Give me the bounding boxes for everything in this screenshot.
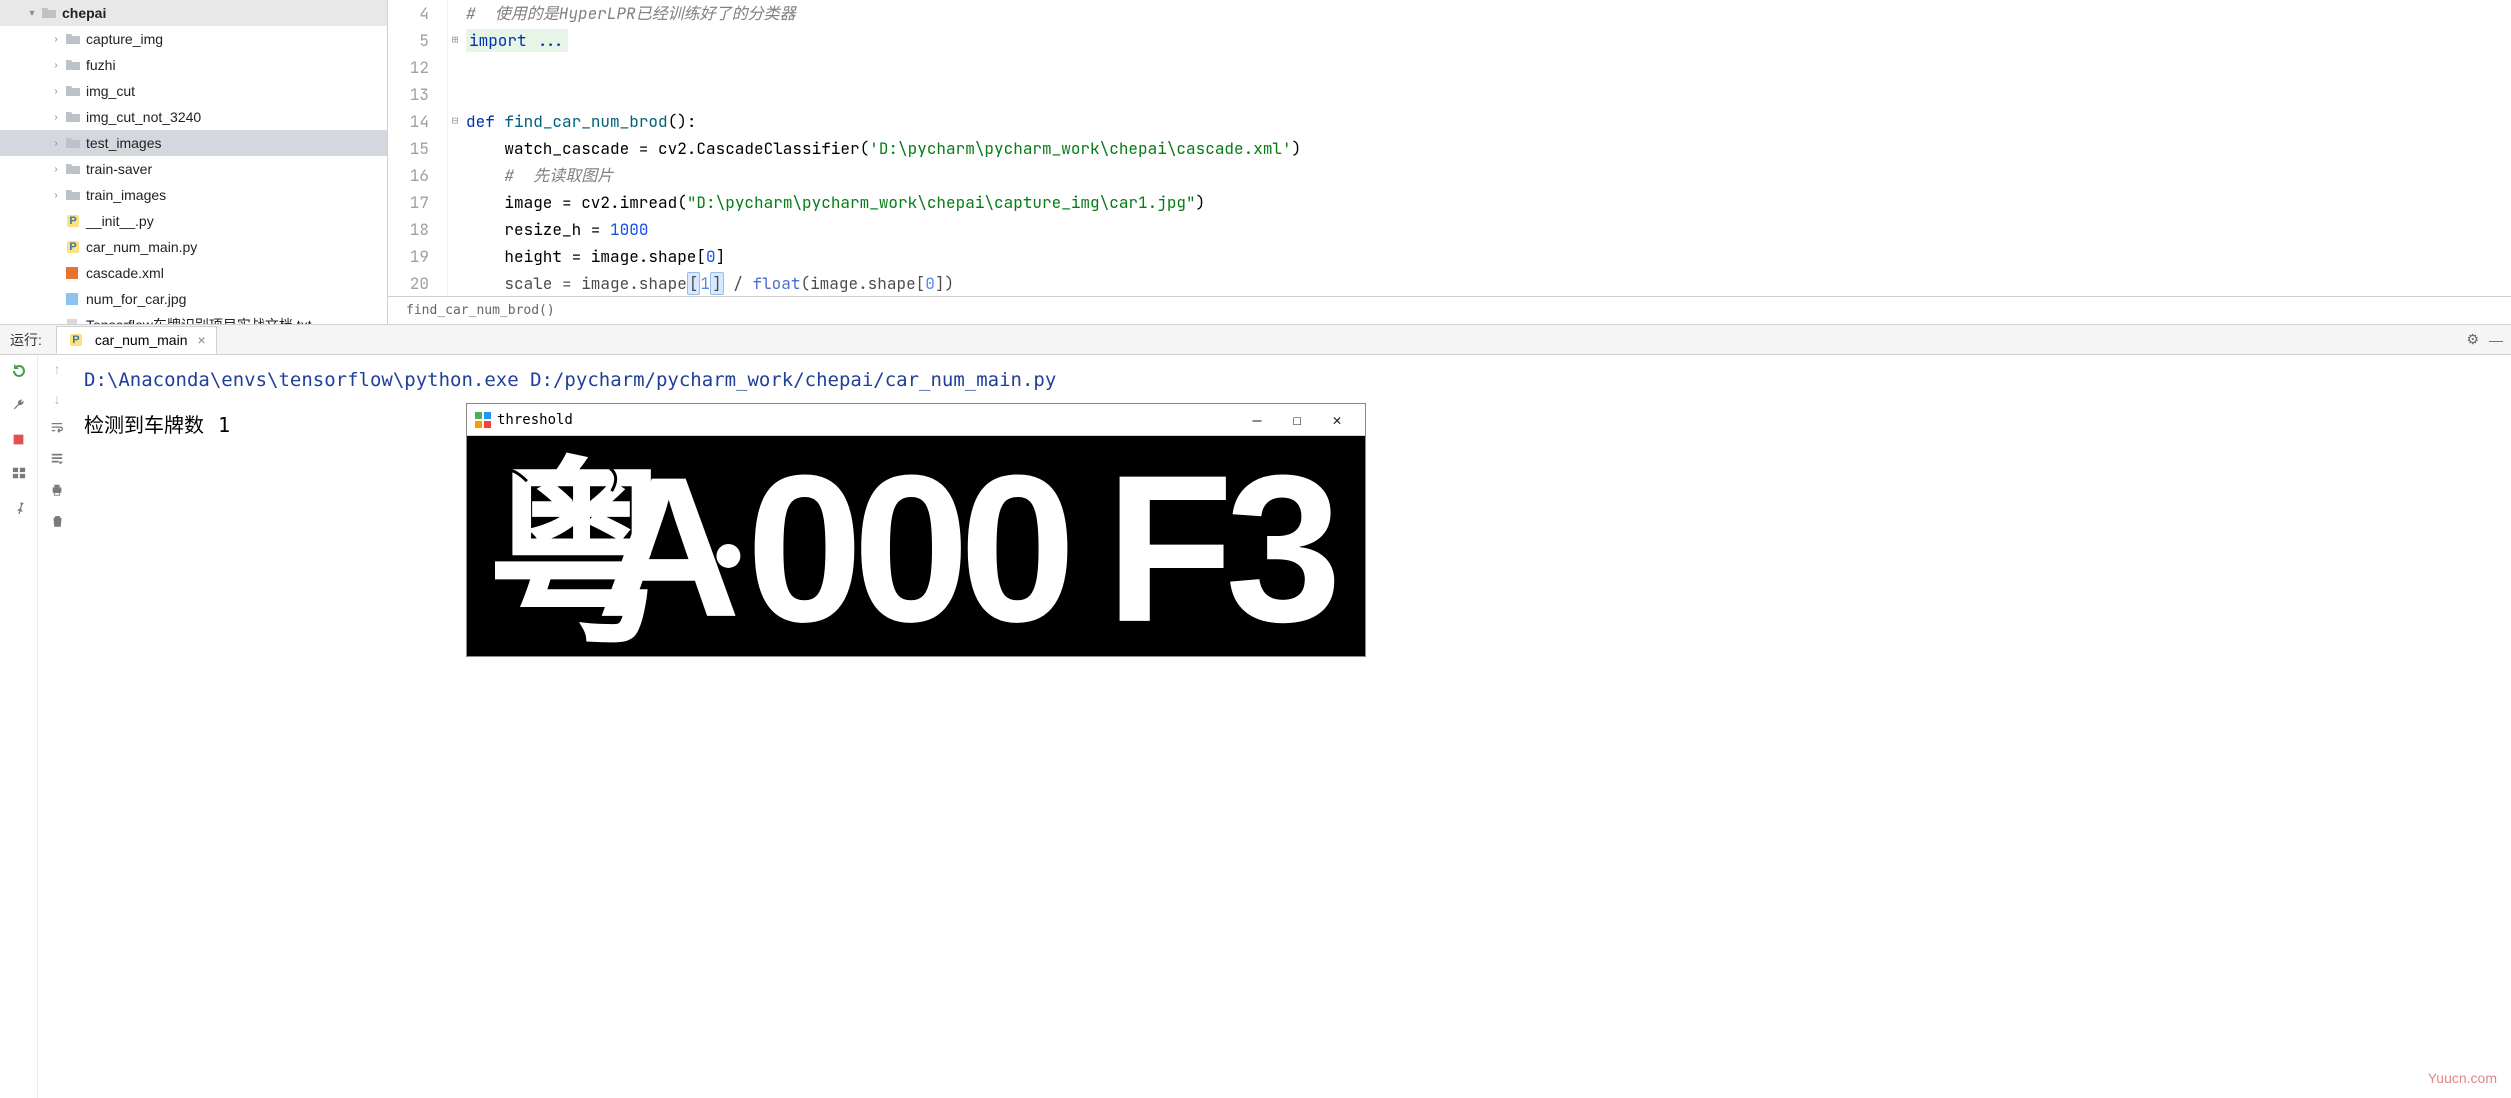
gear-icon[interactable]: ⚙: [2466, 331, 2479, 348]
chevron-right-icon[interactable]: ›: [48, 190, 64, 201]
pin-button[interactable]: [9, 497, 29, 517]
tree-file-num-for-car-jpg[interactable]: num_for_car.jpg: [0, 286, 387, 312]
folder-icon: [64, 161, 82, 177]
scroll-end-button[interactable]: [50, 452, 64, 469]
fold-column[interactable]: ⊞ ⊟: [448, 0, 462, 296]
tree-file-car-num-main[interactable]: P car_num_main.py: [0, 234, 387, 260]
svg-text:3: 3: [1225, 436, 1350, 656]
stop-button[interactable]: [9, 429, 29, 449]
tree-folder-img-cut[interactable]: › img_cut: [0, 78, 387, 104]
chevron-right-icon[interactable]: ›: [48, 86, 64, 97]
run-secondary-toolbar: ↑ ↓: [38, 355, 76, 1098]
down-arrow-button[interactable]: ↓: [54, 391, 61, 407]
tree-folder-test-images[interactable]: › test_images: [0, 130, 387, 156]
run-tool-window: 运行: P car_num_main × ⚙ — ↑ ↓: [0, 325, 2511, 1098]
trash-button[interactable]: [51, 514, 64, 531]
python-file-icon: P: [64, 239, 82, 255]
app-icon: [475, 412, 491, 428]
print-button[interactable]: [50, 483, 64, 500]
fold-expand-icon[interactable]: ⊞: [448, 27, 462, 54]
tree-root-chepai[interactable]: ▾ chepai: [0, 0, 387, 26]
tree-folder-train-saver[interactable]: › train-saver: [0, 156, 387, 182]
tree-folder-fuzhi[interactable]: › fuzhi: [0, 52, 387, 78]
fold-collapse-icon[interactable]: ⊟: [448, 108, 462, 135]
chevron-right-icon[interactable]: ›: [48, 112, 64, 123]
python-file-icon: P: [67, 332, 85, 348]
xml-file-icon: [64, 265, 82, 281]
python-file-icon: P: [64, 213, 82, 229]
chevron-right-icon[interactable]: ›: [48, 164, 64, 175]
text-file-icon: [64, 317, 82, 324]
tree-file-tensorflow-doc[interactable]: Tensorflow车牌识别项目实战文档.txt: [0, 312, 387, 324]
close-icon[interactable]: ×: [198, 332, 206, 348]
run-tab-car-num-main[interactable]: P car_num_main ×: [56, 326, 217, 354]
tree-folder-img-cut-not-3240[interactable]: › img_cut_not_3240: [0, 104, 387, 130]
window-close-button[interactable]: ✕: [1317, 411, 1357, 429]
tree-file-cascade-xml[interactable]: cascade.xml: [0, 260, 387, 286]
folder-icon: [64, 135, 82, 151]
tree-folder-train-images[interactable]: › train_images: [0, 182, 387, 208]
svg-text:F: F: [1106, 436, 1242, 656]
chevron-down-icon[interactable]: ▾: [24, 8, 40, 19]
chevron-right-icon[interactable]: ›: [48, 34, 64, 45]
project-tree[interactable]: ▾ chepai › capture_img › fuzhi ›: [0, 0, 388, 324]
soft-wrap-button[interactable]: [49, 421, 65, 438]
folder-icon: [64, 83, 82, 99]
breadcrumb[interactable]: find_car_num_brod(): [388, 296, 2511, 324]
code-content[interactable]: # 使用的是HyperLPR已经训练好了的分类器 import ... def …: [462, 0, 2511, 296]
folder-icon: [64, 109, 82, 125]
run-primary-toolbar: [0, 355, 38, 1098]
watermark: Yuucn.com: [2428, 1070, 2497, 1086]
rerun-button[interactable]: [9, 361, 29, 381]
console-command-line: D:\Anaconda\envs\tensorflow\python.exe D…: [84, 369, 2503, 391]
opencv-threshold-window[interactable]: threshold — ☐ ✕ 粤 A 000: [466, 403, 1366, 657]
tree-file-init-py[interactable]: P __init__.py: [0, 208, 387, 234]
chevron-right-icon[interactable]: ›: [48, 60, 64, 71]
code-editor[interactable]: 4 5 12 13 14 15 16 17 18 19 20 ⊞: [388, 0, 2511, 324]
threshold-image: 粤 A 000 F 3: [467, 436, 1365, 656]
window-maximize-button[interactable]: ☐: [1277, 411, 1317, 429]
folder-icon: [64, 187, 82, 203]
folder-icon: [40, 5, 58, 21]
image-file-icon: [64, 291, 82, 307]
svg-text:000: 000: [746, 436, 1067, 656]
line-number-gutter: 4 5 12 13 14 15 16 17 18 19 20: [388, 0, 448, 296]
layout-button[interactable]: [9, 463, 29, 483]
minimize-icon[interactable]: —: [2489, 332, 2503, 348]
window-titlebar[interactable]: threshold — ☐ ✕: [467, 404, 1365, 436]
window-minimize-button[interactable]: —: [1237, 411, 1277, 429]
wrench-button[interactable]: [9, 395, 29, 415]
folder-icon: [64, 57, 82, 73]
chevron-right-icon[interactable]: ›: [48, 138, 64, 149]
folder-icon: [64, 31, 82, 47]
console-output[interactable]: D:\Anaconda\envs\tensorflow\python.exe D…: [76, 355, 2511, 1098]
up-arrow-button[interactable]: ↑: [54, 361, 61, 377]
run-label: 运行:: [4, 330, 48, 350]
tree-folder-capture-img[interactable]: › capture_img: [0, 26, 387, 52]
